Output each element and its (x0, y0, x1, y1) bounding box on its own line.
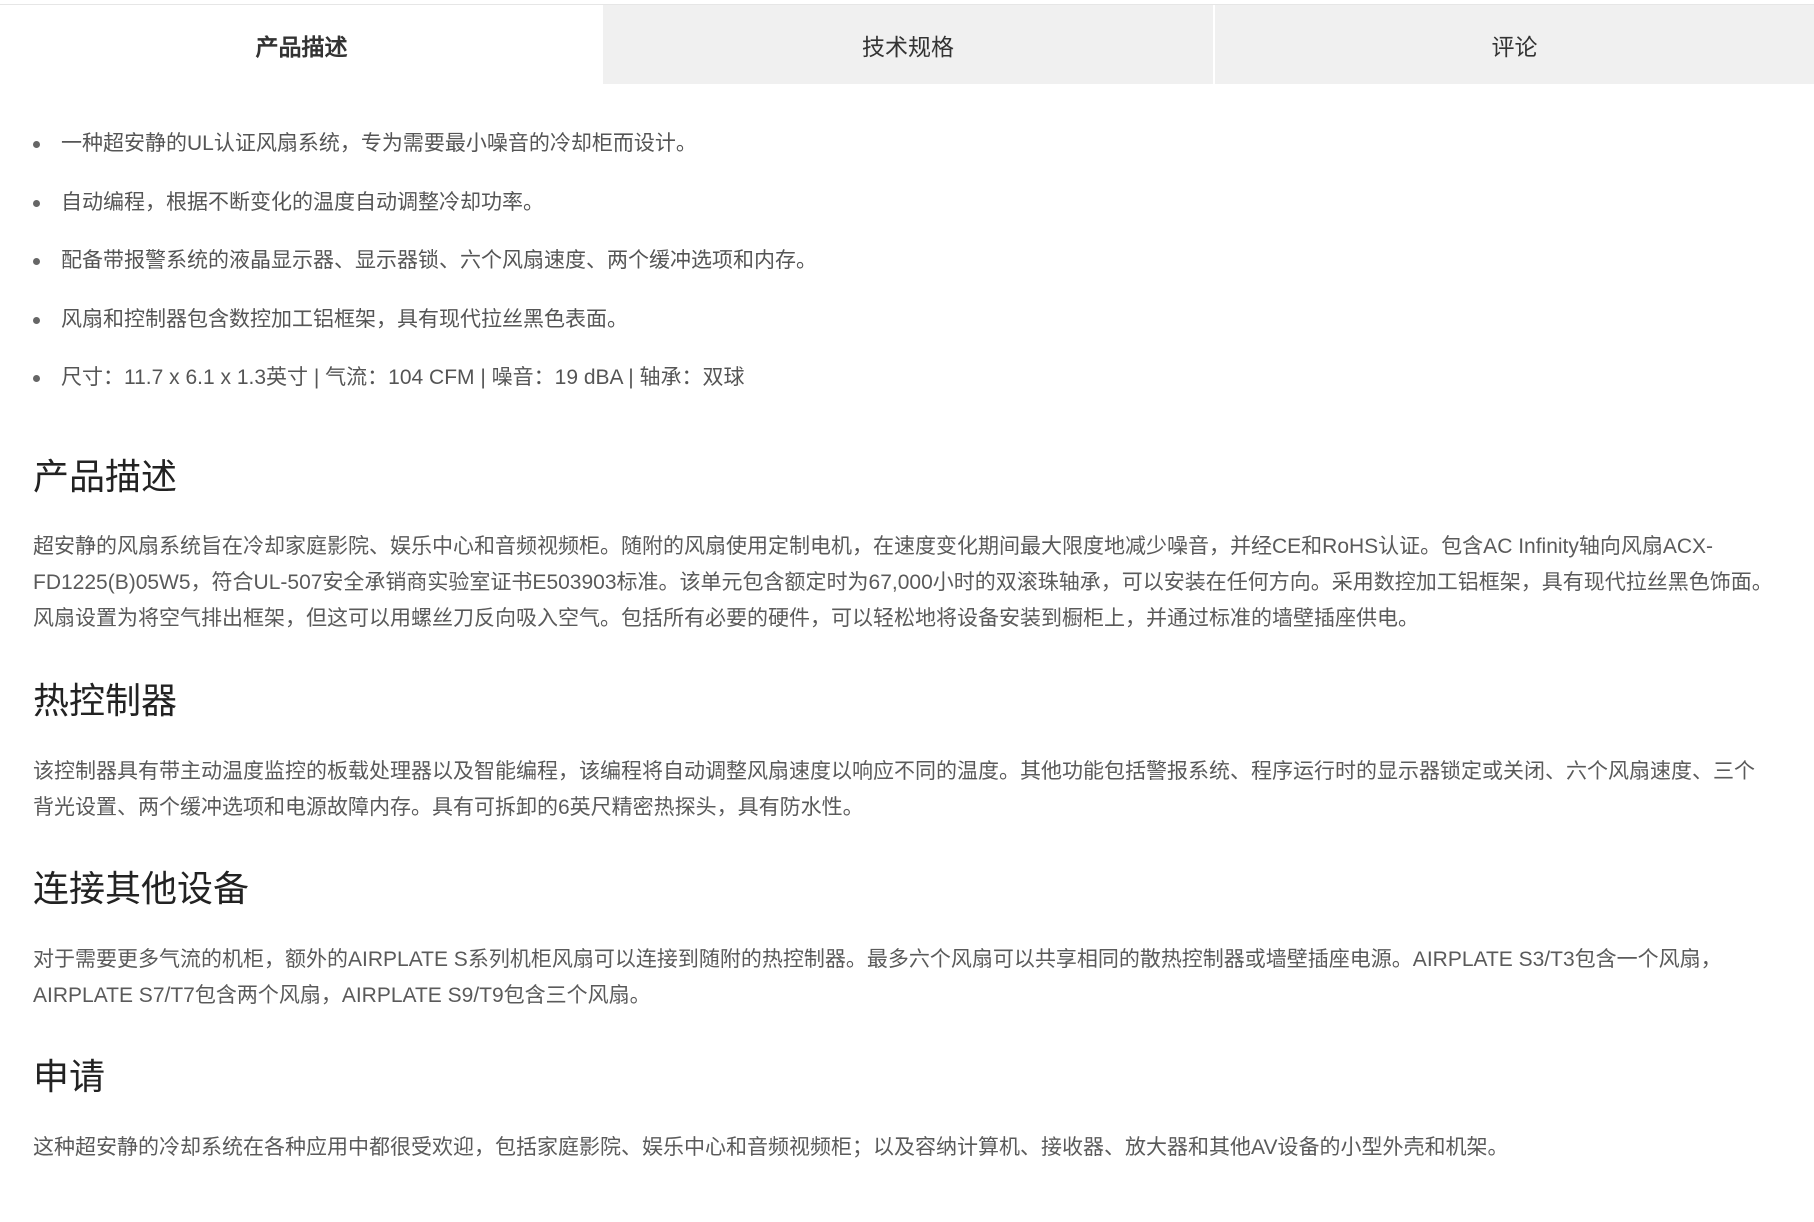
feature-text: 自动编程，根据不断变化的温度自动调整冷却功率。 (61, 190, 544, 214)
section-body-applications: 这种超安静的冷却系统在各种应用中都很受欢迎，包括家庭影院、娱乐中心和音频视频柜；… (33, 1136, 1509, 1159)
product-tabs: 产品描述 技术规格 评论 (0, 4, 1814, 84)
list-item: 风扇和控制器包含数控加工铝框架，具有现代拉丝黑色表面。 (33, 306, 1773, 334)
tab-reviews[interactable]: 评论 (1215, 5, 1814, 84)
section-heading-applications: 申请 (33, 1056, 106, 1097)
section-heading-thermal-controller: 热控制器 (33, 680, 178, 721)
bullet-icon (33, 258, 40, 265)
list-item: 自动编程，根据不断变化的温度自动调整冷却功率。 (33, 189, 1773, 217)
section-body-thermal-controller: 该控制器具有带主动温度监控的板载处理器以及智能编程，该编程将自动调整风扇速度以响… (33, 760, 1755, 819)
tab-tech-specs[interactable]: 技术规格 (603, 5, 1215, 84)
section-body-description: 超安静的风扇系统旨在冷却家庭影院、娱乐中心和音频视频柜。随附的风扇使用定制电机，… (33, 535, 1773, 630)
bullet-icon (33, 199, 40, 207)
feature-text: 风扇和控制器包含数控加工铝框架，具有现代拉丝黑色表面。 (61, 307, 628, 331)
feature-text: 一种超安静的UL认证风扇系统，专为需要最小噪音的冷却柜而设计。 (61, 132, 697, 155)
feature-text: 配备带报警系统的液晶显示器、显示器锁、六个风扇速度、两个缓冲选项和内存。 (61, 249, 817, 272)
list-item: 一种超安静的UL认证风扇系统，专为需要最小噪音的冷却柜而设计。 (33, 130, 1773, 158)
tab-content: 一种超安静的UL认证风扇系统，专为需要最小噪音的冷却柜而设计。 自动编程，根据不… (33, 130, 1773, 1159)
tab-product-description[interactable]: 产品描述 (0, 5, 603, 84)
bullet-icon (33, 375, 40, 382)
bullet-icon (33, 316, 40, 324)
bullet-icon (33, 141, 40, 148)
section-heading-connect-devices: 连接其他设备 (33, 868, 250, 909)
feature-list: 一种超安静的UL认证风扇系统，专为需要最小噪音的冷却柜而设计。 自动编程，根据不… (33, 130, 1773, 392)
list-item: 尺寸：11.7 x 6.1 x 1.3英寸 | 气流：104 CFM | 噪音：… (33, 364, 1773, 392)
section-heading-description: 产品描述 (33, 456, 178, 497)
feature-text: 尺寸：11.7 x 6.1 x 1.3英寸 | 气流：104 CFM | 噪音：… (61, 366, 745, 389)
list-item: 配备带报警系统的液晶显示器、显示器锁、六个风扇速度、两个缓冲选项和内存。 (33, 247, 1773, 275)
section-body-connect-devices: 对于需要更多气流的机柜，额外的AIRPLATE S系列机柜风扇可以连接到随附的热… (33, 948, 1722, 1007)
